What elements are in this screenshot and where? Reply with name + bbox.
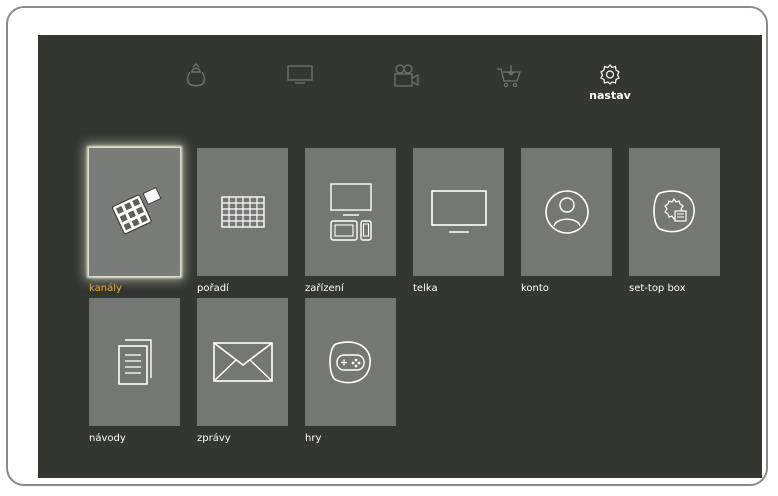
settop-box-icon xyxy=(652,190,695,233)
nav-item-hat[interactable] xyxy=(166,63,226,113)
top-navigation: nastav xyxy=(38,35,762,135)
user-icon xyxy=(544,190,589,234)
tile-devices-box xyxy=(305,148,396,276)
tile-devices[interactable]: zařízení xyxy=(305,148,396,294)
tile-telka-box xyxy=(413,148,504,276)
tile-account[interactable]: konto xyxy=(521,148,612,294)
tile-settop-box-label: set-top box xyxy=(629,283,686,294)
tile-messages-label: zprávy xyxy=(197,433,231,444)
tile-settop-box[interactable]: set-top box xyxy=(629,148,720,294)
tv-icon xyxy=(287,65,313,84)
tile-games[interactable]: hry xyxy=(305,298,396,444)
nav-item-cart[interactable] xyxy=(479,63,539,113)
nav-item-settings[interactable]: nastav xyxy=(580,63,640,113)
tile-settop-box-box xyxy=(629,148,720,276)
nav-item-camera[interactable] xyxy=(376,63,436,113)
tile-channels-label: kanály xyxy=(89,283,122,294)
tile-telka-label: telka xyxy=(413,283,438,294)
grid-icon xyxy=(220,196,265,228)
camera-icon xyxy=(394,64,419,87)
tile-order[interactable]: pořadí xyxy=(197,148,288,294)
tile-channels[interactable]: kanály xyxy=(89,148,180,294)
tile-guides-box xyxy=(89,298,180,426)
tile-channels-box xyxy=(89,148,180,276)
nav-label-settings: nastav xyxy=(589,89,631,102)
tile-messages[interactable]: zprávy xyxy=(197,298,288,444)
tile-telka[interactable]: telka xyxy=(413,148,504,294)
documents-icon xyxy=(117,339,152,385)
channel-keypad-icon xyxy=(111,186,162,235)
hat-icon xyxy=(186,63,206,87)
tile-games-label: hry xyxy=(305,433,322,444)
tile-games-box xyxy=(305,298,396,426)
television-icon xyxy=(430,190,487,233)
tile-order-label: pořadí xyxy=(197,283,229,294)
tile-guides-label: návody xyxy=(89,433,126,444)
tile-guides[interactable]: návody xyxy=(89,298,180,444)
tile-account-label: konto xyxy=(521,283,549,294)
tile-order-box xyxy=(197,148,288,276)
device-frame: nastav kanály pořadí zařízení telka kont… xyxy=(6,6,768,486)
gear-icon xyxy=(600,64,620,85)
gamepad-icon xyxy=(328,341,371,384)
cart-icon xyxy=(497,65,521,88)
envelope-icon xyxy=(212,342,273,382)
tile-messages-box xyxy=(197,298,288,426)
tv-screen: nastav kanály pořadí zařízení telka kont… xyxy=(38,35,762,478)
nav-item-tv[interactable] xyxy=(270,63,330,113)
devices-icon xyxy=(329,183,372,241)
tile-account-box xyxy=(521,148,612,276)
tile-devices-label: zařízení xyxy=(305,283,344,294)
